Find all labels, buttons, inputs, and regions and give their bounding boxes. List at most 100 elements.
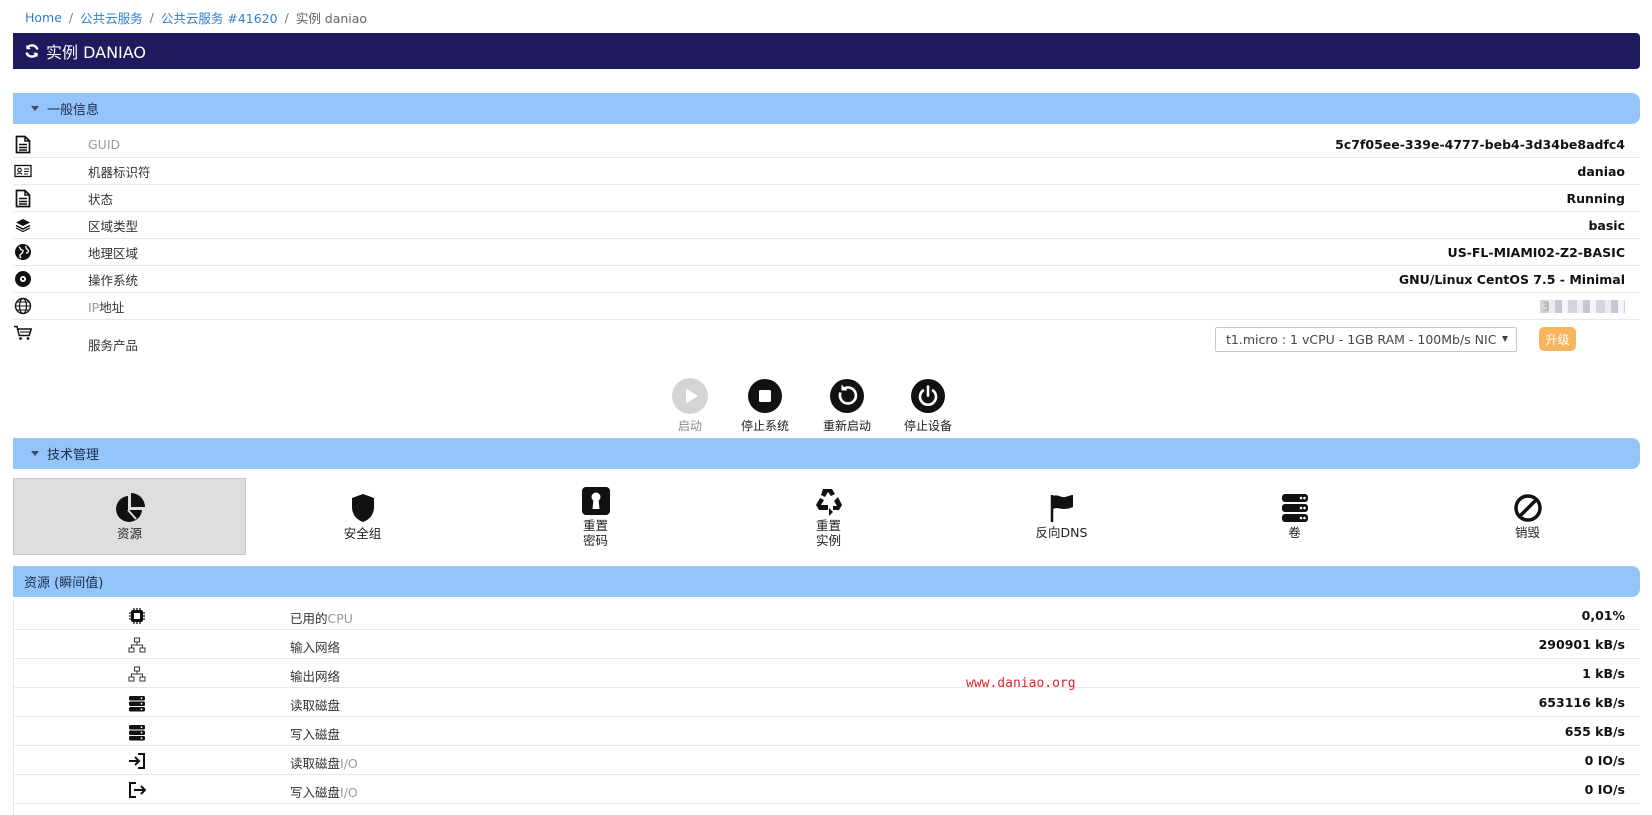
resource-label-suffix: I/O <box>340 756 358 771</box>
tech-item-resources[interactable]: 资源 <box>13 478 246 555</box>
play-icon <box>672 378 708 414</box>
resource-value: 653116 kB/s <box>1538 695 1625 710</box>
info-row-guid: GUID 5c7f05ee-339e-4777-beb4-3d34be8adfc… <box>13 131 1640 158</box>
info-row-region: 地理区域 US-FL-MIAMI02-Z2-BASIC <box>13 239 1640 266</box>
stop-icon <box>747 378 783 414</box>
breadcrumb-separator: / <box>284 9 289 25</box>
info-label: 服务产品 <box>88 338 139 353</box>
breadcrumb-home[interactable]: Home <box>25 10 62 25</box>
breadcrumb-service[interactable]: 公共云服务 #41620 <box>161 8 278 27</box>
resource-value: 290901 kB/s <box>1538 637 1625 652</box>
product-select[interactable]: t1.micro : 1 vCPU - 1GB RAM - 100Mb/s NI… <box>1215 327 1517 352</box>
power-off-button[interactable]: 停止设备 <box>893 378 963 434</box>
stop-system-button[interactable]: 停止系统 <box>730 378 800 434</box>
section-title: 技术管理 <box>47 448 100 463</box>
breadcrumb-separator: / <box>149 9 154 25</box>
resource-label-suffix: CPU <box>327 611 353 626</box>
resource-label-main: 读取磁盘 <box>290 756 341 771</box>
tech-item-volumes[interactable]: 卷 <box>1178 478 1411 555</box>
resource-value: 0 IO/s <box>1584 753 1625 768</box>
info-value: US-FL-MIAMI02-Z2-BASIC <box>1447 244 1625 260</box>
resource-row-disk-write-io: 写入磁盘I/O 0 IO/s <box>13 775 1640 804</box>
breadcrumb-current: 实例 daniao <box>295 10 368 26</box>
info-value: basic <box>1588 217 1625 233</box>
ip-redacted <box>1540 300 1625 313</box>
refresh-icon[interactable] <box>24 43 40 59</box>
resource-row-disk-write: 写入磁盘 655 kB/s <box>13 717 1640 746</box>
resource-row-cpu: 已用的CPU 0,01% <box>13 601 1640 630</box>
restart-label: 重新启动 <box>822 419 871 433</box>
cpu-icon <box>127 607 147 625</box>
shield-icon <box>351 494 374 522</box>
info-value: daniao <box>1577 163 1625 179</box>
section-title: 资源 (瞬间值) <box>24 576 104 591</box>
page-title-bar: 实例 DANIAO <box>13 33 1640 69</box>
resource-label: 写入磁盘I/O <box>290 782 358 801</box>
breadcrumb-public-cloud[interactable]: 公共云服务 <box>80 8 143 27</box>
info-row-zone-type: 区域类型 basic <box>13 212 1640 239</box>
cart-icon <box>13 323 33 343</box>
resource-row-net-out: 输出网络 1 kB/s <box>13 659 1640 688</box>
tech-item-reset-password[interactable]: 重置 密码 <box>479 478 712 555</box>
tech-item-label: 重置 实例 <box>815 517 841 548</box>
resource-row-net-in: 输入网络 290901 kB/s <box>13 630 1640 659</box>
info-row-machine-id: 机器标识符 daniao <box>13 158 1640 185</box>
caret-down-icon <box>31 106 39 111</box>
info-row-os: 操作系统 GNU/Linux CentOS 7.5 - Minimal <box>13 266 1640 293</box>
document-icon <box>13 134 33 154</box>
resource-label-main: 写入磁盘 <box>290 785 341 800</box>
tech-item-reverse-dns[interactable]: 反向DNS <box>945 478 1178 555</box>
restart-icon <box>829 378 865 414</box>
section-tech-management[interactable]: 技术管理 <box>13 438 1640 469</box>
info-label: IP地址 <box>88 299 125 315</box>
info-label: 地理区域 <box>88 245 139 261</box>
server-icon <box>1281 494 1308 522</box>
resource-label: 输入网络 <box>290 640 341 655</box>
network-globe-icon <box>13 296 33 316</box>
resource-row-disk-read-io: 读取磁盘I/O 0 IO/s <box>13 746 1640 775</box>
select-arrow-icon <box>1502 336 1508 342</box>
section-title: 一般信息 <box>47 103 100 118</box>
status-value: Running <box>1566 190 1625 206</box>
sitemap-icon <box>127 636 147 654</box>
tech-item-label: 安全组 <box>343 526 382 541</box>
recycle-icon <box>815 488 842 516</box>
sign-out-icon <box>127 781 147 799</box>
tech-item-reset-instance[interactable]: 重置 实例 <box>712 478 945 555</box>
document-icon <box>13 188 33 208</box>
page-title: 实例 DANIAO <box>46 43 147 62</box>
info-row-status: 状态 Running <box>13 185 1640 212</box>
resource-label: 读取磁盘 <box>290 698 341 713</box>
id-card-icon <box>13 161 33 181</box>
server-icon <box>127 723 147 741</box>
resource-row-disk-read: 读取磁盘 653116 kB/s <box>13 688 1640 717</box>
info-label: 区域类型 <box>88 218 139 234</box>
caret-down-icon <box>31 451 39 456</box>
info-value: GNU/Linux CentOS 7.5 - Minimal <box>1398 271 1625 287</box>
section-resources: 资源 (瞬间值) <box>13 566 1640 597</box>
resource-label: 写入磁盘 <box>290 727 341 742</box>
restart-button[interactable]: 重新启动 <box>812 378 882 434</box>
start-label: 启动 <box>677 419 702 433</box>
power-icon <box>910 378 946 414</box>
resource-label: 输出网络 <box>290 669 341 684</box>
tech-item-label: 重置 密码 <box>582 517 608 548</box>
ban-icon <box>1513 494 1542 522</box>
info-label: 状态 <box>88 191 114 207</box>
breadcrumb-separator: / <box>68 9 74 25</box>
layers-icon <box>13 215 33 235</box>
resource-label-main: 已用的 <box>290 611 328 626</box>
start-button[interactable]: 启动 <box>655 378 725 434</box>
flag-icon <box>1050 495 1073 522</box>
tech-item-label: 销毁 <box>1514 525 1540 540</box>
tech-item-label: 资源 <box>116 526 142 541</box>
globe-icon <box>13 242 33 262</box>
info-label: 操作系统 <box>88 272 139 288</box>
breadcrumb: Home / 公共云服务 / 公共云服务 #41620 / 实例 daniao <box>25 8 367 26</box>
tech-item-destroy[interactable]: 销毁 <box>1411 478 1644 555</box>
section-general-info[interactable]: 一般信息 <box>13 93 1640 124</box>
upgrade-button[interactable]: 升级 <box>1539 327 1576 351</box>
info-label: 机器标识符 <box>88 164 151 180</box>
resource-value: 0,01% <box>1581 608 1625 623</box>
tech-item-security-group[interactable]: 安全组 <box>246 478 479 555</box>
